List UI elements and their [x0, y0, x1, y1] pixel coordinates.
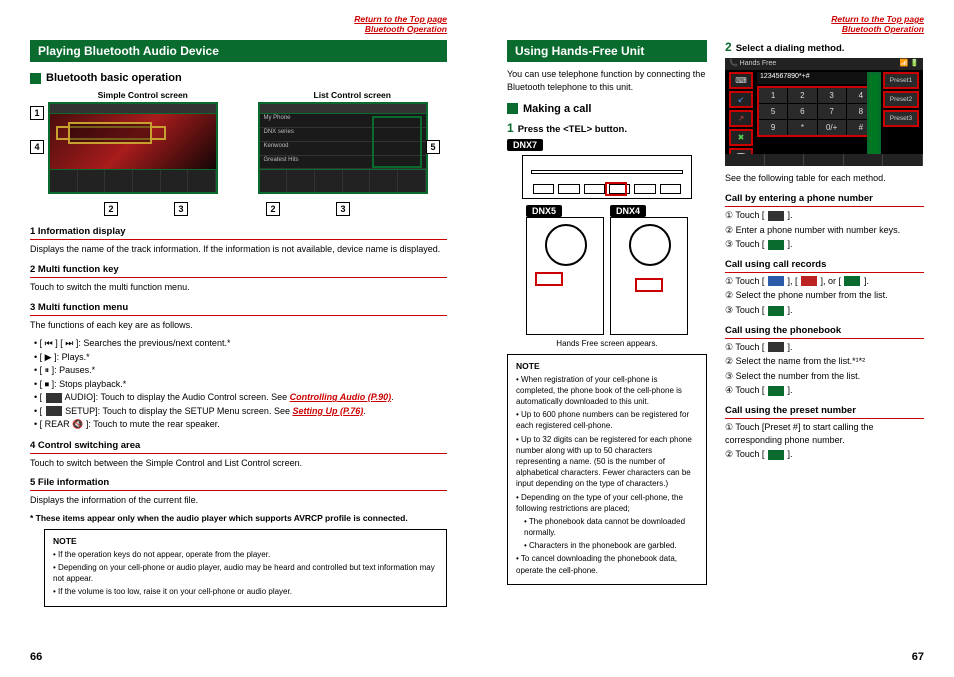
call-icon: [768, 306, 784, 316]
note-right: NOTE When registration of your cell-phon…: [507, 354, 707, 585]
sub-switch-area: 4 Control switching area: [30, 438, 447, 454]
avrcp-footnote: * These items appear only when the audio…: [30, 513, 447, 523]
missed-icon-inline: [844, 276, 860, 286]
sub-multi-key-body: Touch to switch the multi function menu.: [30, 281, 447, 294]
call-icon: [768, 450, 784, 460]
badge-dnx7: DNX7: [507, 139, 543, 151]
screen-diagrams: Simple Control screen List Control scree…: [48, 90, 447, 194]
simple-control-screenshot: [48, 102, 218, 194]
outgoing-icon-inline: [801, 276, 817, 286]
label-simple: Simple Control screen: [48, 90, 238, 100]
page-66: Return to the Top page Bluetooth Operati…: [0, 0, 477, 677]
page-number-66: 66: [30, 651, 42, 663]
callout-5: 5: [426, 140, 440, 154]
incoming-icon-inline: [768, 276, 784, 286]
handsfree-intro: You can use telephone function by connec…: [507, 68, 707, 92]
setup-icon: [46, 406, 62, 416]
sub-info-body: Displays the name of the track informati…: [30, 243, 447, 256]
callout-1: 1: [30, 106, 44, 120]
callout-3b: 3: [336, 202, 350, 216]
keypad-icon-inline: [768, 211, 784, 221]
sub-info-display: 1 Information display: [30, 224, 447, 240]
sub-multi-intro: The functions of each key are as follows…: [30, 319, 447, 332]
top-link-r[interactable]: Return to the Top page Bluetooth Operati…: [507, 14, 924, 34]
sub-switch-body: Touch to switch between the Simple Contr…: [30, 457, 447, 470]
heading-making-call: Making a call: [507, 103, 707, 115]
hf-caption: Hands Free screen appears.: [507, 339, 707, 348]
handsfree-screenshot: 📞 Hands Free📶 🔋 1234567890*+# ⌨ ↙ ↗ ✖ 📖 …: [725, 58, 923, 166]
call-icon: [768, 386, 784, 396]
heading-basic-op: Bluetooth basic operation: [30, 72, 447, 84]
badge-dnx5: DNX5: [526, 205, 562, 217]
dial-keypad: 123 456 789 *0/+#: [757, 86, 877, 137]
top-link-line1[interactable]: Return to the Top page: [354, 14, 447, 24]
callout-2a: 2: [104, 202, 118, 216]
multi-menu-list: [ ⏮ ] [ ⏭ ]: Searches the previous/next …: [34, 337, 447, 432]
top-link-line2[interactable]: Bluetooth Operation: [365, 24, 447, 34]
list-control-screenshot: My PhoneDNX seriesKenwoodGreatest Hits: [258, 102, 428, 194]
hw-dnx5: [526, 217, 604, 335]
sub-multi-key: 2 Multi function key: [30, 262, 447, 278]
audio-icon: [46, 393, 62, 403]
step-2: 2Select a dialing method.: [725, 40, 924, 54]
keypad-icon: ⌨: [729, 72, 753, 89]
link-audio[interactable]: Controlling Audio (P.90): [290, 392, 392, 402]
sub-multi-menu: 3 Multi function menu: [30, 300, 447, 316]
missed-icon: ✖: [729, 129, 753, 146]
heading-playing-bt: Playing Bluetooth Audio Device: [30, 40, 447, 62]
step-1: 1Press the <TEL> button.: [507, 121, 707, 135]
hw-dnx4: [610, 217, 688, 335]
sub-file-body: Displays the information of the current …: [30, 494, 447, 507]
table-intro: See the following table for each method.: [725, 172, 924, 185]
callout-4: 4: [30, 140, 44, 154]
sub-file-info: 5 File information: [30, 475, 447, 491]
call-icon: [768, 240, 784, 250]
outgoing-icon: ↗: [729, 110, 753, 127]
phonebook-icon-inline: [768, 342, 784, 352]
page-67: Return to the Top page Bluetooth Operati…: [477, 0, 954, 677]
hw-dnx7: [522, 155, 692, 199]
label-list: List Control screen: [258, 90, 448, 100]
heading-handsfree: Using Hands-Free Unit: [507, 40, 707, 62]
page-number-67: 67: [912, 651, 924, 663]
incoming-icon: ↙: [729, 91, 753, 108]
call-button-icon: [867, 72, 881, 162]
badge-dnx4: DNX4: [610, 205, 646, 217]
link-setup[interactable]: Setting Up (P.76): [292, 406, 363, 416]
callout-2b: 2: [266, 202, 280, 216]
callout-3a: 3: [174, 202, 188, 216]
note-left: NOTE If the operation keys do not appear…: [44, 529, 447, 607]
top-link[interactable]: Return to the Top page Bluetooth Operati…: [30, 14, 447, 34]
dialing-methods: Call by entering a phone number ① Touch …: [725, 191, 924, 461]
